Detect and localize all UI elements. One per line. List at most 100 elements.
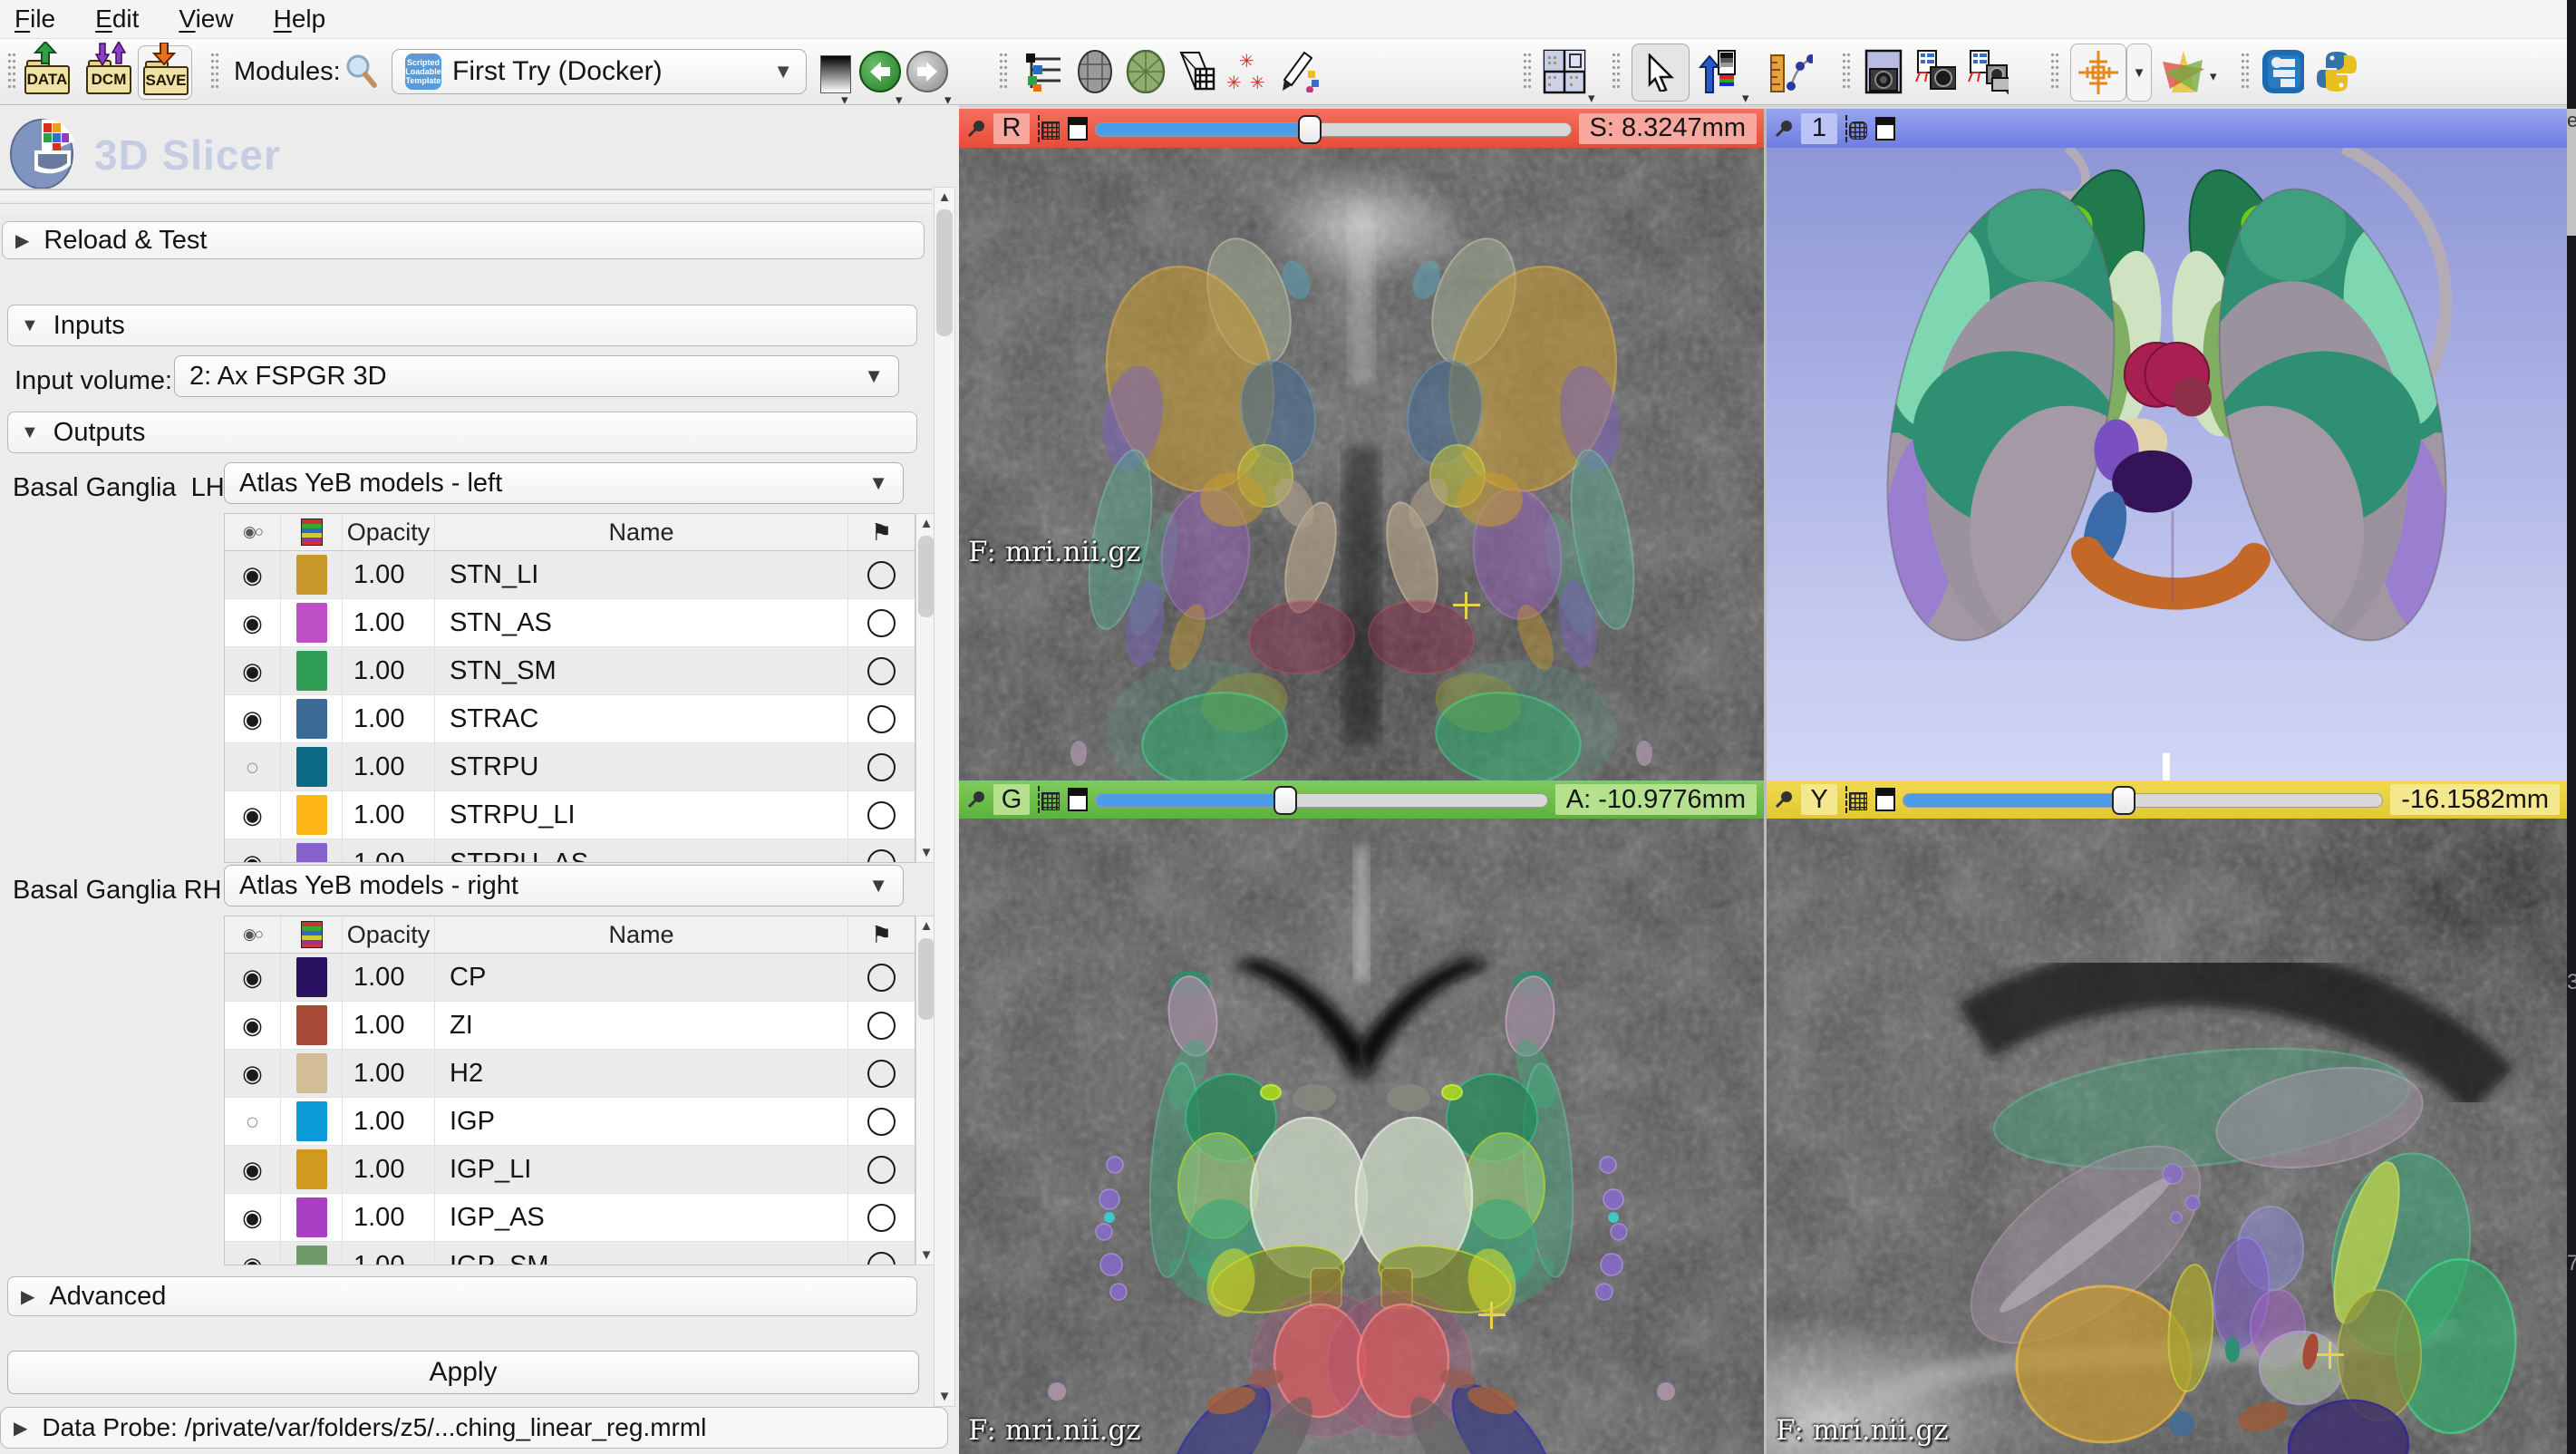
radio-circle[interactable] <box>848 599 915 646</box>
radio-circle[interactable] <box>848 743 915 790</box>
screenshot-icon[interactable] <box>1862 50 1905 93</box>
color-column-header[interactable] <box>281 514 343 550</box>
window-level-chevron-icon[interactable]: ▾ <box>1742 90 1749 106</box>
menu-help[interactable]: Help <box>274 5 326 34</box>
color-swatch[interactable] <box>281 1050 343 1097</box>
color-swatch[interactable] <box>281 1146 343 1193</box>
model-name[interactable]: IGP_LI <box>435 1146 848 1193</box>
opacity-value[interactable]: 1.00 <box>343 954 435 1001</box>
radio-circle[interactable] <box>848 647 915 694</box>
threed-view-label[interactable]: 1 <box>1801 113 1837 144</box>
model-name[interactable]: STN_LI <box>435 551 848 598</box>
radio-circle[interactable] <box>848 954 915 1001</box>
toolbar-drag-handle[interactable] <box>1612 52 1621 92</box>
slice-menu-icon[interactable] <box>1068 117 1088 141</box>
radio-circle[interactable] <box>848 1002 915 1049</box>
visibility-eye-icon[interactable]: ◉ <box>225 839 281 863</box>
toolbar-drag-handle[interactable] <box>1523 52 1532 92</box>
opacity-value[interactable]: 1.00 <box>343 791 435 838</box>
model-name[interactable]: ZI <box>435 1002 848 1049</box>
opacity-value[interactable]: 1.00 <box>343 551 435 598</box>
markups-icon[interactable]: ✳✳✳ <box>1225 50 1269 93</box>
color-swatch[interactable] <box>281 599 343 646</box>
radio-circle[interactable] <box>848 551 915 598</box>
name-column-header[interactable]: Name <box>435 514 848 550</box>
radio-circle[interactable] <box>848 1098 915 1145</box>
menu-file[interactable]: File <box>15 5 55 34</box>
green-slice-slider[interactable] <box>1095 784 1548 815</box>
toolbar-drag-handle[interactable] <box>1842 52 1851 92</box>
color-swatch[interactable] <box>281 1002 343 1049</box>
threed-view[interactable]: 1 <box>1767 109 2567 784</box>
color-column-header[interactable] <box>281 916 343 953</box>
collapsed-section-bar[interactable] <box>0 189 932 202</box>
opacity-value[interactable]: 1.00 <box>343 839 435 863</box>
visibility-eye-icon[interactable]: ◉ <box>225 647 281 694</box>
annotations-icon[interactable] <box>1276 50 1320 93</box>
yellow-slice-image[interactable]: F: mri.nii.gz <box>1767 819 2567 1454</box>
slice-menu-icon[interactable] <box>1068 788 1088 811</box>
color-swatch[interactable] <box>281 1242 343 1265</box>
menu-view[interactable]: View <box>179 5 233 34</box>
inputs-section[interactable]: ▼ Inputs <box>7 305 917 346</box>
toolbar-drag-handle[interactable] <box>2050 52 2059 92</box>
opacity-value[interactable]: 1.00 <box>343 1050 435 1097</box>
yellow-slice-slider[interactable] <box>1903 784 2383 815</box>
pin-icon[interactable] <box>966 119 986 139</box>
model-name[interactable]: STRPU_AS <box>435 839 848 863</box>
yellow-slice-view[interactable]: Y -16.1582mm <box>1767 780 2567 1454</box>
opacity-value[interactable]: 1.00 <box>343 647 435 694</box>
module-history-icon[interactable] <box>820 55 851 93</box>
visibility-eye-icon[interactable]: ○ <box>225 1098 281 1145</box>
green-slice-label[interactable]: G <box>993 784 1030 815</box>
slice-menu-icon[interactable] <box>1875 788 1895 811</box>
model-name[interactable]: CP <box>435 954 848 1001</box>
color-swatch[interactable] <box>281 791 343 838</box>
opacity-value[interactable]: 1.00 <box>343 1242 435 1265</box>
model-name[interactable]: H2 <box>435 1050 848 1097</box>
scene-view-icon[interactable] <box>1913 50 1956 93</box>
visibility-column-header[interactable]: ◉○ <box>225 916 281 953</box>
load-data-button[interactable]: DATA <box>20 45 73 98</box>
input-volume-dropdown[interactable]: 2: Ax FSPGR 3D ▼ <box>174 355 899 397</box>
name-column-header[interactable]: Name <box>435 916 848 953</box>
pin-icon[interactable] <box>966 790 986 809</box>
module-search-icon[interactable] <box>343 52 381 94</box>
python-console-icon[interactable] <box>2313 50 2357 93</box>
slice-visibility-icon[interactable] <box>1037 788 1060 811</box>
green-slice-image[interactable]: F: mri.nii.gz <box>959 819 1764 1454</box>
opacity-value[interactable]: 1.00 <box>343 599 435 646</box>
save-button[interactable]: SAVE <box>138 45 192 100</box>
opacity-value[interactable]: 1.00 <box>343 1098 435 1145</box>
radio-circle[interactable] <box>848 839 915 863</box>
layout-selector-icon[interactable] <box>1543 50 1586 93</box>
extensions-manager-icon[interactable] <box>2261 50 2304 93</box>
model-name[interactable]: IGP_SM <box>435 1242 848 1265</box>
yellow-slice-label[interactable]: Y <box>1801 784 1837 815</box>
apply-button[interactable]: Apply <box>7 1351 919 1394</box>
color-swatch[interactable] <box>281 1098 343 1145</box>
threed-scene[interactable] <box>1767 148 2567 784</box>
color-swatch[interactable] <box>281 647 343 694</box>
radio-circle[interactable] <box>848 791 915 838</box>
opacity-column-header[interactable]: Opacity <box>343 514 435 550</box>
panel-scrollbar[interactable]: ▲▼ <box>934 187 955 1407</box>
green-slice-view[interactable]: G A: -10.9776mm <box>959 780 1764 1454</box>
visibility-column-header[interactable]: ◉○ <box>225 514 281 550</box>
model-name[interactable]: STRPU <box>435 743 848 790</box>
opacity-value[interactable]: 1.00 <box>343 695 435 742</box>
color-swatch[interactable] <box>281 695 343 742</box>
flag-column-header[interactable]: ⚑ <box>848 916 915 953</box>
toolbar-drag-handle[interactable] <box>210 52 219 92</box>
radio-circle[interactable] <box>848 695 915 742</box>
pin-icon[interactable] <box>1774 119 1794 139</box>
reload-test-section[interactable]: ▶ Reload & Test <box>2 221 925 259</box>
red-slice-view[interactable]: R S: 8.3247mm <box>959 109 1764 784</box>
color-swatch[interactable] <box>281 1194 343 1241</box>
color-swatch[interactable] <box>281 743 343 790</box>
red-slice-label[interactable]: R <box>993 113 1030 144</box>
module-back-button[interactable] <box>859 51 901 92</box>
data-probe-bar[interactable]: ▶ Data Probe: /private/var/folders/z5/..… <box>0 1407 948 1449</box>
mouse-interaction-button[interactable] <box>1632 44 1690 102</box>
model-name[interactable]: STN_SM <box>435 647 848 694</box>
